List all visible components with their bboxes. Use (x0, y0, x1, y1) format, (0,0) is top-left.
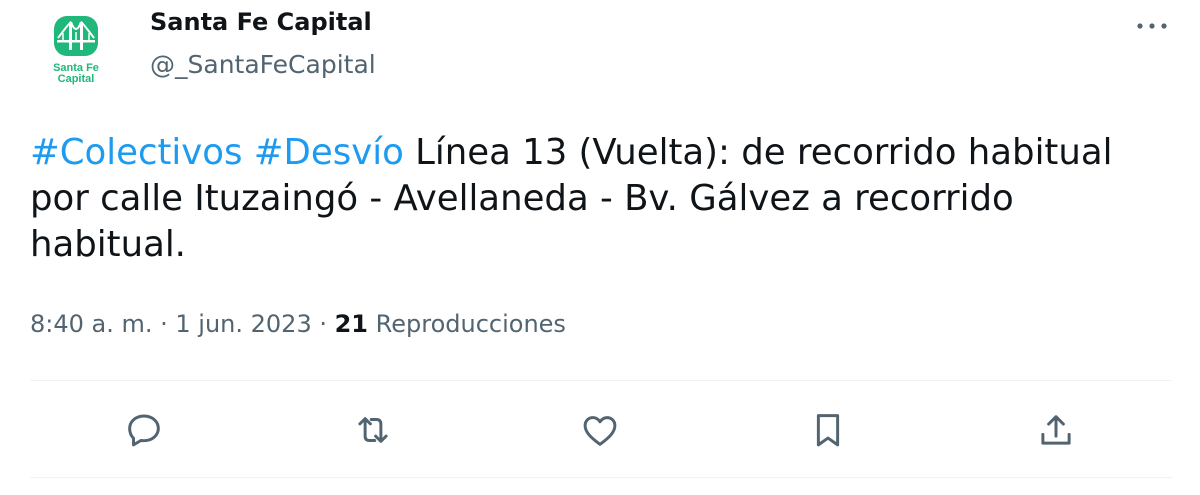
retweet-icon (358, 417, 388, 443)
more-options-button[interactable] (1130, 6, 1174, 46)
action-bar (0, 402, 1200, 458)
tweet-text: #Colectivos #Desvío Línea 13 (Vuelta): d… (30, 130, 1170, 268)
tweet-card: Santa Fe Capital Santa Fe Capital @_Sant… (0, 0, 1200, 495)
like-icon (583, 416, 617, 446)
share-button[interactable] (1028, 402, 1084, 458)
hashtag-desvio-link[interactable]: #Desvío (254, 132, 404, 173)
meta-separator: · (311, 310, 335, 338)
views-count[interactable]: 21 (335, 310, 368, 338)
tweet-time[interactable]: 8:40 a. m. (30, 310, 153, 338)
bookmark-button[interactable] (800, 402, 856, 458)
hashtag-colectivos-link[interactable]: #Colectivos (30, 132, 242, 173)
share-icon (1041, 415, 1071, 445)
views-label[interactable]: Reproducciones (368, 310, 566, 338)
santa-fe-capital-logo-icon: Santa Fe Capital (53, 16, 99, 85)
meta-separator: · (152, 310, 176, 338)
author-handle[interactable]: @_SantaFeCapital (150, 50, 376, 79)
avatar-logo-text-2: Capital (58, 73, 95, 85)
bookmark-icon (816, 414, 840, 447)
tweet-meta: 8:40 a. m. · 1 jun. 2023 · 21 Reproducci… (30, 310, 566, 338)
reply-icon (128, 414, 160, 447)
retweet-button[interactable] (345, 402, 401, 458)
like-button[interactable] (572, 402, 628, 458)
divider (30, 477, 1172, 478)
author-name[interactable]: Santa Fe Capital (150, 8, 372, 36)
reply-button[interactable] (116, 402, 172, 458)
more-options-icon (1137, 23, 1167, 29)
avatar[interactable]: Santa Fe Capital (30, 4, 122, 96)
divider (30, 380, 1172, 381)
tweet-date[interactable]: 1 jun. 2023 (175, 310, 311, 338)
